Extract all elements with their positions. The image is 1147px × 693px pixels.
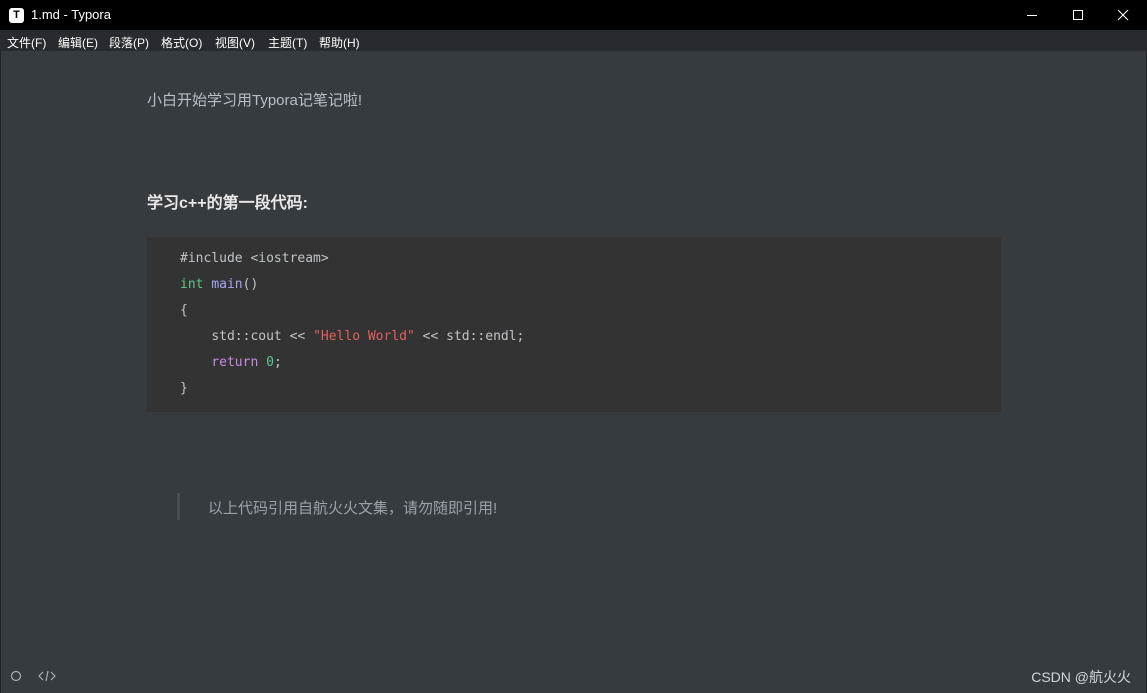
circle-icon[interactable] — [10, 668, 22, 687]
code-block[interactable]: #include <iostream> int main() { std::co… — [147, 237, 1001, 412]
code-cout: std::cout << — [211, 329, 314, 344]
code-function-name: main — [211, 277, 243, 292]
code-close-brace: } — [180, 381, 188, 396]
heading-text[interactable]: 学习c++的第一段代码: — [147, 189, 308, 213]
code-line-6: } — [180, 379, 188, 399]
window-left-border — [0, 51, 1, 693]
code-line-5: return 0; — [180, 353, 282, 373]
menu-help[interactable]: 帮助(H) — [319, 34, 360, 51]
code-line-3: { — [180, 301, 188, 321]
maximize-button[interactable] — [1055, 0, 1101, 30]
paragraph-text[interactable]: 小白开始学习用Typora记笔记啦! — [147, 89, 362, 110]
blockquote-text[interactable]: 以上代码引用自航火火文集，请勿随即引用! — [208, 497, 497, 518]
menu-theme[interactable]: 主题(T) — [268, 34, 307, 51]
title-bar: T 1.md - Typora — [0, 0, 1147, 30]
code-endl: << std::endl; — [414, 329, 525, 344]
menu-file[interactable]: 文件(F) — [7, 34, 46, 51]
minimize-button[interactable] — [1009, 0, 1055, 30]
menu-format[interactable]: 格式(O) — [161, 34, 202, 51]
code-number: 0 — [266, 355, 274, 370]
code-preprocessor: #include <iostream> — [180, 251, 329, 266]
menu-paragraph[interactable]: 段落(P) — [109, 34, 149, 51]
minimize-icon — [1027, 15, 1037, 16]
code-line-2: int main() — [180, 275, 258, 295]
code-return-keyword: return — [211, 355, 259, 370]
menu-bar: 文件(F) 编辑(E) 段落(P) 格式(O) 视图(V) 主题(T) 帮助(H… — [0, 30, 1147, 51]
blockquote-bar — [177, 493, 180, 520]
code-semicolon: ; — [273, 355, 282, 370]
typora-app-icon: T — [9, 8, 24, 23]
menu-view[interactable]: 视图(V) — [215, 34, 255, 51]
code-line-4: std::cout << "Hello World" << std::endl; — [180, 327, 524, 347]
code-line-1: #include <iostream> — [180, 249, 329, 269]
close-button[interactable] — [1100, 0, 1146, 30]
maximize-icon — [1073, 10, 1083, 20]
menu-edit[interactable]: 编辑(E) — [58, 34, 98, 51]
code-parens: () — [242, 277, 259, 292]
code-open-brace: { — [180, 303, 188, 318]
window-title: 1.md - Typora — [31, 7, 111, 22]
csdn-watermark: CSDN @航火火 — [1031, 669, 1131, 685]
code-type-keyword: int — [180, 277, 204, 292]
source-code-icon[interactable] — [38, 668, 56, 687]
code-string: "Hello World" — [313, 329, 415, 344]
close-icon — [1117, 9, 1129, 21]
